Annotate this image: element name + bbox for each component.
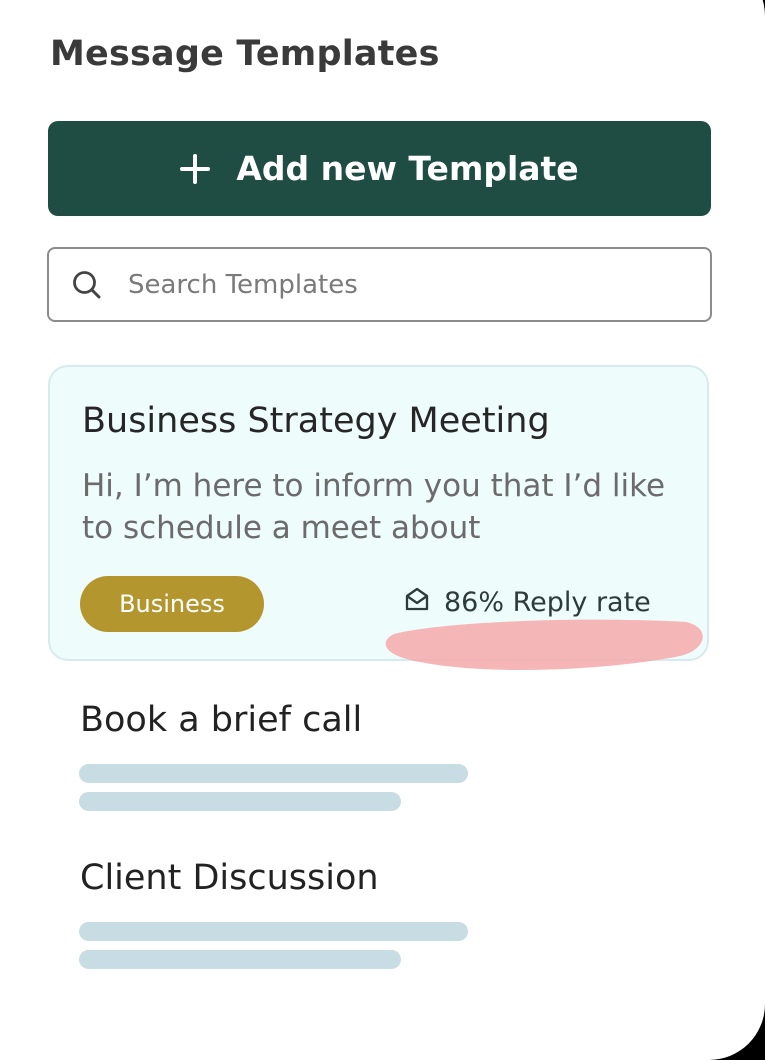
search-input[interactable]	[126, 268, 690, 301]
highlight-mark	[385, 619, 703, 670]
template-item[interactable]: Book a brief call	[80, 700, 362, 740]
add-template-button[interactable]: Add new Template	[48, 121, 711, 216]
preview-skeleton-line	[79, 792, 401, 811]
preview-skeleton-line	[79, 950, 401, 969]
template-preview: Hi, I’m here to inform you that I’d like…	[82, 468, 666, 546]
search-box[interactable]	[47, 247, 712, 322]
search-icon	[72, 270, 102, 300]
plus-icon	[180, 153, 211, 184]
template-title: Book a brief call	[80, 700, 363, 740]
template-item[interactable]: Client Discussion	[80, 858, 379, 898]
page-title: Message Templates	[50, 34, 440, 74]
template-title: Client Discussion	[80, 858, 379, 898]
category-tag[interactable]: Business	[80, 576, 264, 632]
preview-skeleton-line	[79, 922, 468, 941]
add-template-label: Add new Template	[236, 149, 579, 188]
preview-skeleton-line	[79, 764, 468, 783]
template-title: Business Strategy Meeting	[82, 401, 550, 441]
